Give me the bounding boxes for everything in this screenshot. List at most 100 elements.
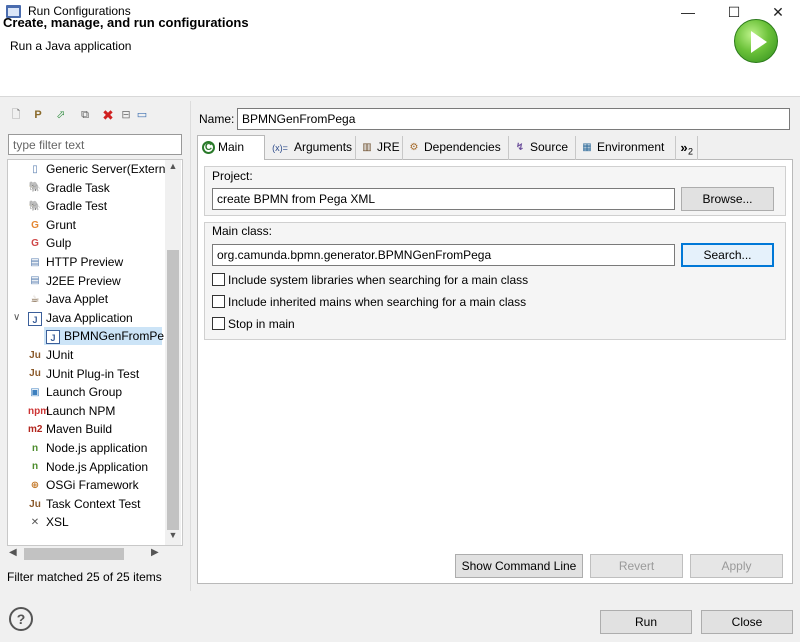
- tree-item[interactable]: ⊕ OSGi Framework: [28, 476, 139, 494]
- scroll-down-icon[interactable]: ▼: [165, 530, 181, 544]
- tree-item[interactable]: ▤ HTTP Preview: [28, 253, 123, 271]
- tree-item-label: J2EE Preview: [46, 273, 121, 288]
- source-icon: ↯: [515, 141, 525, 153]
- tree-item-label: Java Applet: [46, 292, 109, 307]
- search-button[interactable]: Search...: [681, 243, 774, 267]
- stop-in-main-checkbox[interactable]: Stop in main: [212, 317, 295, 331]
- http-preview-icon: ▤: [30, 256, 40, 268]
- filter-icon[interactable]: ▭: [134, 107, 150, 123]
- filter-input[interactable]: [8, 134, 182, 155]
- tree-item[interactable]: G Grunt: [28, 216, 76, 234]
- tree-item[interactable]: m2 Maven Build: [28, 420, 112, 438]
- new-configuration-icon[interactable]: 🗋: [8, 107, 24, 123]
- tree-item-label: Gradle Task: [46, 180, 110, 195]
- show-command-line-button[interactable]: Show Command Line: [455, 554, 583, 578]
- new-prototype-icon[interactable]: P: [30, 107, 46, 123]
- browse-button[interactable]: Browse...: [681, 187, 774, 211]
- tree-item-label: Maven Build: [46, 422, 113, 437]
- tab-main-tab[interactable]: C Main: [197, 135, 265, 160]
- tab-label: 2: [688, 146, 694, 157]
- scroll-right-icon[interactable]: ▶: [151, 547, 159, 558]
- tree-item-label: Launch Group: [46, 385, 123, 400]
- include-system-libraries-checkbox[interactable]: Include system libraries when searching …: [212, 273, 528, 287]
- dialog-banner: [0, 24, 800, 96]
- tree-item[interactable]: ▤ J2EE Preview: [28, 272, 121, 290]
- task-context-icon: Ju: [29, 498, 41, 510]
- project-field[interactable]: [212, 188, 675, 210]
- revert-button[interactable]: Revert: [590, 554, 683, 578]
- tree-item[interactable]: Ju JUnit Plug-in Test: [28, 365, 139, 383]
- collapse-all-icon[interactable]: ⊟: [118, 107, 134, 123]
- tree-item-label: Grunt: [46, 217, 77, 232]
- tab-more-tabs[interactable]: »2: [676, 136, 698, 160]
- tree-item-label: XSL: [46, 515, 69, 530]
- banner-divider: [0, 96, 800, 97]
- tree-item-label: BPMNGenFromPe: [64, 329, 165, 344]
- checkbox-box[interactable]: [212, 317, 225, 331]
- tab-label: Source: [530, 140, 569, 154]
- tab-label: Main: [218, 140, 245, 154]
- tab-environment[interactable]: ▦ Environment: [576, 136, 676, 160]
- main-class-label: Main class:: [212, 224, 273, 238]
- banner-subtitle: Run a Java application: [10, 39, 132, 53]
- checkbox-box[interactable]: [212, 295, 225, 309]
- tree-item-label: Gulp: [46, 236, 72, 251]
- tree-item-label: Java Application: [46, 310, 133, 325]
- tab-label: Environment: [597, 140, 665, 154]
- expand-chevron-icon[interactable]: ∨: [13, 309, 23, 327]
- tree-item[interactable]: 🐘 Gradle Test: [28, 197, 107, 215]
- duplicate-icon[interactable]: ⧉: [77, 107, 93, 123]
- tree-item[interactable]: Ju JUnit: [28, 346, 73, 364]
- name-label: Name:: [199, 112, 235, 126]
- tree-item[interactable]: n Node.js Application: [28, 458, 148, 476]
- gradle-icon: 🐘: [28, 182, 42, 194]
- environment-icon: ▦: [582, 141, 592, 153]
- tree-item[interactable]: ✕ XSL: [28, 513, 69, 531]
- tree-item-selected[interactable]: J BPMNGenFromPe: [44, 327, 165, 346]
- tree-item[interactable]: ☕ Java Applet: [28, 290, 109, 308]
- help-icon[interactable]: ?: [9, 607, 33, 631]
- maven-icon: m2: [28, 424, 43, 436]
- tree-item[interactable]: Ju Task Context Test: [28, 495, 141, 513]
- checkbox-label: Stop in main: [228, 317, 295, 331]
- scroll-up-icon[interactable]: ▲: [165, 161, 181, 175]
- tab-arguments[interactable]: (x)= Arguments: [265, 136, 356, 160]
- tree-item[interactable]: J Java Application: [28, 309, 133, 327]
- tree-horizontal-scroll-thumb[interactable]: [24, 548, 124, 560]
- panel-splitter[interactable]: [190, 101, 191, 591]
- tab-source[interactable]: ↯ Source: [509, 136, 576, 160]
- minimize-button[interactable]: —: [665, 0, 711, 24]
- tree-item-label: Task Context Test: [46, 496, 141, 511]
- tree-item-label: Gradle Test: [46, 199, 108, 214]
- tree-item-label: Generic Server(Extern: [46, 162, 166, 176]
- tab-dependencies[interactable]: ⚙ Dependencies: [403, 136, 509, 160]
- apply-button[interactable]: Apply: [690, 554, 783, 578]
- xsl-icon: ✕: [30, 517, 40, 529]
- name-field[interactable]: [237, 108, 790, 130]
- run-button[interactable]: Run: [600, 610, 692, 634]
- arguments-icon: (x)=: [272, 142, 288, 153]
- project-label: Project:: [212, 169, 253, 183]
- junit-icon: Ju: [29, 349, 41, 361]
- checkbox-box[interactable]: [212, 273, 225, 287]
- tree-item[interactable]: 🐘 Gradle Task: [28, 179, 110, 197]
- tree-item[interactable]: ▯ Generic Server(Extern: [28, 160, 165, 178]
- launch-group-icon: ▣: [30, 387, 40, 399]
- tree-vertical-scroll-thumb[interactable]: [167, 250, 179, 530]
- main-class-field[interactable]: [212, 244, 675, 266]
- export-icon[interactable]: ⬀: [53, 107, 69, 123]
- java-applet-icon: ☕: [30, 294, 40, 306]
- include-inherited-mains-checkbox[interactable]: Include inherited mains when searching f…: [212, 295, 526, 309]
- tree-item[interactable]: n Node.js application: [28, 439, 147, 457]
- tree-item-label: Launch NPM: [46, 403, 116, 418]
- tree-item-label: JUnit: [46, 348, 74, 362]
- tree-item[interactable]: G Gulp: [28, 234, 71, 252]
- delete-icon[interactable]: ✖: [100, 107, 116, 123]
- filter-status-text: Filter matched 25 of 25 items: [7, 570, 162, 584]
- close-button[interactable]: Close: [701, 610, 793, 634]
- tree-item[interactable]: npmLaunch NPM: [28, 402, 115, 420]
- tree-item-label: Node.js application: [46, 441, 148, 455]
- tree-item[interactable]: ▣ Launch Group: [28, 383, 122, 401]
- scroll-left-icon[interactable]: ◀: [9, 547, 17, 558]
- tab-jre[interactable]: ▥ JRE: [356, 136, 403, 160]
